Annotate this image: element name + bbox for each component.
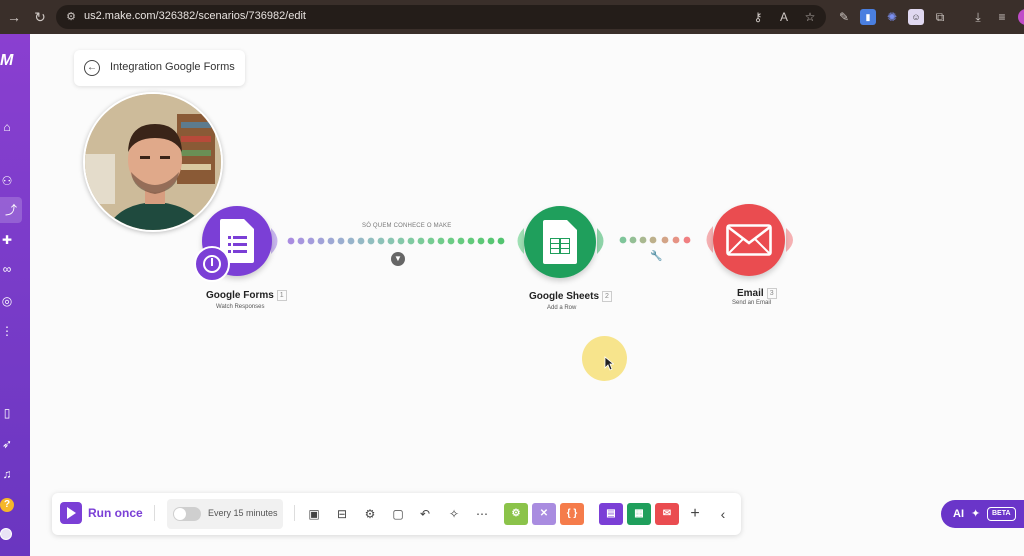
filter-icon[interactable]: ▼ (391, 252, 405, 266)
add-module-icon[interactable]: + (686, 505, 704, 523)
save-icon[interactable]: ▣ (305, 505, 323, 523)
module-action: Send an Email (732, 300, 772, 306)
email-shortcut-icon[interactable]: ✉ (655, 503, 679, 525)
text-parser-button[interactable]: { } (560, 503, 584, 525)
google-sheets-label: Google Sheets 2 (529, 291, 612, 302)
module-name: Google Forms (206, 290, 274, 302)
route-forms-to-sheets[interactable] (271, 228, 524, 254)
module-action: Add a Row (547, 305, 577, 311)
module-number: 3 (766, 288, 777, 299)
run-once-label[interactable]: Run once (88, 506, 143, 520)
layout-icon[interactable]: ⊟ (333, 505, 351, 523)
route-label[interactable]: SÓ QUEM CONHECE O MAKE (362, 223, 451, 229)
scenario-toolbar: Run once Every 15 minutes ▣ ⊟ ⚙ ▢ ↶ ✧ ⋯ … (52, 493, 741, 535)
play-icon (67, 507, 76, 519)
notes-icon[interactable]: ▢ (389, 505, 407, 523)
email-label: Email 3 (737, 288, 777, 299)
module-name: Google Sheets (529, 291, 600, 303)
module-number: 1 (276, 290, 287, 301)
undo-icon[interactable]: ↶ (416, 505, 434, 523)
settings-gear-icon[interactable]: ⚙ (361, 505, 379, 523)
flow-control-button[interactable]: ✕ (532, 503, 556, 525)
module-number: 2 (602, 291, 612, 302)
module-action: Watch Responses (216, 304, 265, 310)
envelope-icon (726, 224, 772, 256)
module-name: Email (737, 288, 764, 300)
ai-assistant-button[interactable]: AI ✦ BETA (941, 500, 1024, 528)
google-forms-label: Google Forms 1 (206, 290, 287, 301)
mouse-cursor-icon (604, 356, 614, 371)
beta-badge: BETA (987, 507, 1016, 521)
auto-align-wand-icon[interactable]: ✧ (445, 505, 463, 523)
scheduling-toggle[interactable] (173, 507, 201, 521)
tools-button[interactable]: ⚙ (504, 503, 528, 525)
google-sheets-icon (543, 220, 577, 264)
schedule-label[interactable]: Every 15 minutes (208, 508, 278, 518)
route-connectors (271, 226, 793, 254)
schedule-trigger-clock-icon[interactable] (194, 246, 230, 282)
more-options-icon[interactable]: ⋯ (473, 505, 491, 523)
email-module[interactable] (713, 204, 785, 276)
sparkle-icon: ✦ (971, 508, 981, 520)
toolbar-divider (154, 505, 155, 521)
wrench-icon[interactable]: 🔧 (650, 251, 662, 262)
collapse-chevron-icon[interactable]: ‹ (714, 505, 732, 523)
toolbar-divider (294, 505, 295, 521)
schedule-control[interactable]: Every 15 minutes (167, 499, 283, 529)
google-forms-shortcut-icon[interactable]: ▤ (599, 503, 623, 525)
google-sheets-shortcut-icon[interactable]: ▦ (627, 503, 651, 525)
run-once-button[interactable] (60, 502, 82, 524)
ai-label: AI (953, 508, 964, 520)
google-sheets-module[interactable] (524, 206, 596, 278)
